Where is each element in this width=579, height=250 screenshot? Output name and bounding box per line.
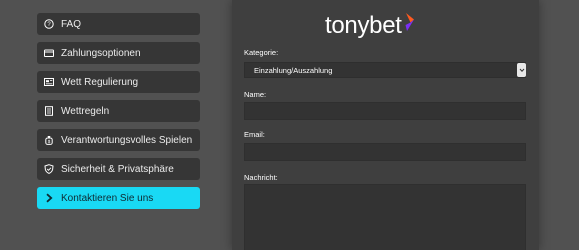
credit-card-icon xyxy=(44,48,54,58)
sidebar-item-wettregeln[interactable]: Wettregeln xyxy=(37,100,200,122)
money-bag-icon: $ xyxy=(44,135,54,145)
rules-document-icon xyxy=(44,106,54,116)
brand-name: tonybet xyxy=(325,12,402,39)
sidebar-item-kontaktieren-sie-uns[interactable]: Kontaktieren Sie uns xyxy=(37,187,200,209)
help-sidebar: ? FAQ Zahlungsoptionen Wett Regulierung … xyxy=(37,13,200,216)
sidebar-item-label: FAQ xyxy=(61,18,82,30)
sidebar-item-sicherheit-privatsphaere[interactable]: Sicherheit & Privatsphäre xyxy=(37,158,200,180)
sidebar-item-label: Sicherheit & Privatsphäre xyxy=(61,163,174,175)
sidebar-item-zahlungsoptionen[interactable]: Zahlungsoptionen xyxy=(37,42,200,64)
brand-mark-icon xyxy=(404,12,416,37)
message-label: Nachricht: xyxy=(244,173,278,182)
sidebar-item-label: Wettregeln xyxy=(61,105,110,117)
name-input[interactable] xyxy=(244,102,526,120)
category-select[interactable]: Einzahlung/Auszahlung xyxy=(244,62,526,78)
brand-logo: tonybet xyxy=(325,12,416,40)
chevron-right-icon xyxy=(44,193,54,203)
category-select-value: Einzahlung/Auszahlung xyxy=(254,65,333,75)
sidebar-item-label: Wett Regulierung xyxy=(61,76,139,88)
chevron-down-icon[interactable] xyxy=(517,63,526,77)
contact-form-panel: tonybet Kategorie: Einzahlung/Auszahlung… xyxy=(232,0,539,250)
message-textarea[interactable] xyxy=(244,184,526,250)
sidebar-item-faq[interactable]: ? FAQ xyxy=(37,13,200,35)
sidebar-item-verantwortungsvolles-spielen[interactable]: $ Verantwortungsvolles Spielen xyxy=(37,129,200,151)
help-circle-icon: ? xyxy=(44,19,54,29)
sidebar-item-label: Verantwortungsvolles Spielen xyxy=(61,134,193,146)
sidebar-item-label: Zahlungsoptionen xyxy=(61,47,141,59)
sidebar-item-label: Kontaktieren Sie uns xyxy=(61,192,154,204)
shield-icon xyxy=(44,164,54,174)
regulation-card-icon xyxy=(44,77,54,87)
email-label: Email: xyxy=(244,130,265,139)
name-label: Name: xyxy=(244,90,267,99)
category-label: Kategorie: xyxy=(244,48,279,57)
sidebar-item-wett-regulierung[interactable]: Wett Regulierung xyxy=(37,71,200,93)
email-input[interactable] xyxy=(244,143,526,161)
svg-text:$: $ xyxy=(48,139,51,144)
